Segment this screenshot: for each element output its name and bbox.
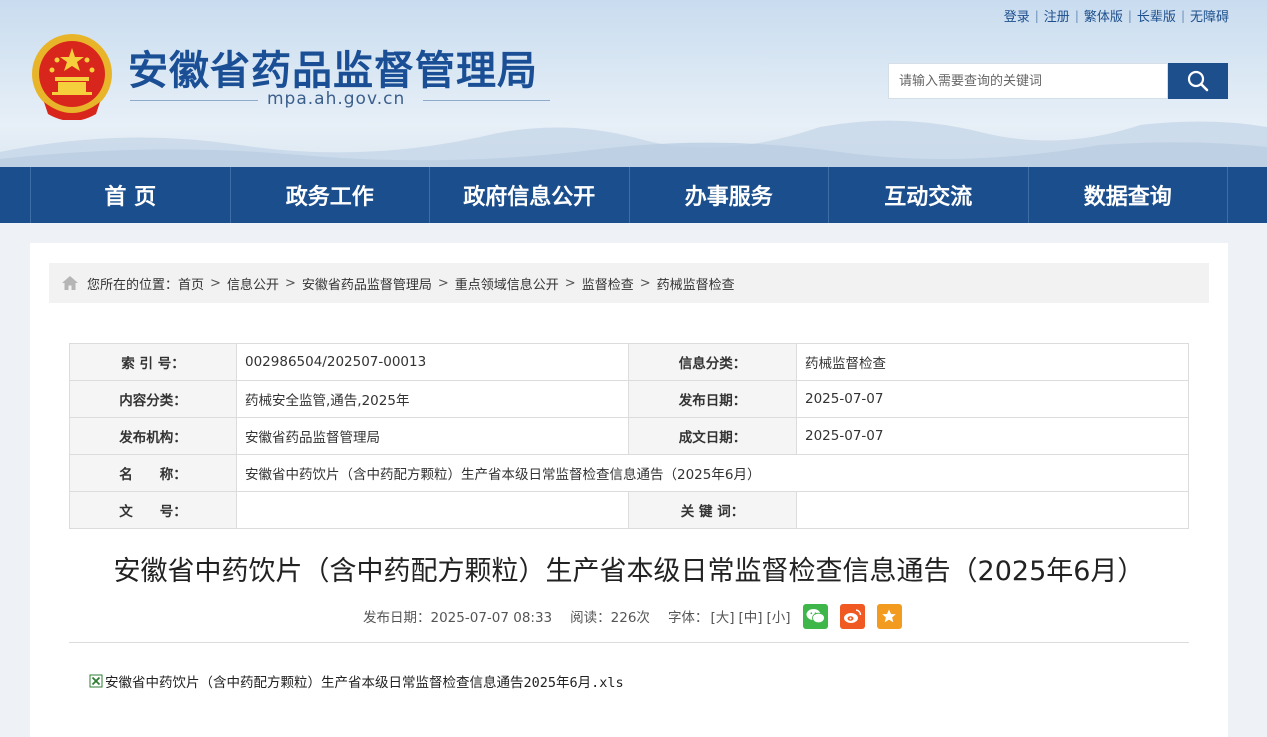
made-date-value: 2025-07-07 xyxy=(796,417,1189,455)
table-row: 名 称： 安徽省中药饮片（含中药配方颗粒）生产省本级日常监督检查信息通告（202… xyxy=(69,454,1189,492)
divider-line xyxy=(130,100,258,101)
accessibility-link[interactable]: 无障碍 xyxy=(1190,6,1229,25)
separator: | xyxy=(1074,8,1079,23)
font-small-button[interactable]: [小] xyxy=(767,606,791,626)
divider xyxy=(69,642,1189,643)
breadcrumb-separator: > xyxy=(639,275,651,291)
nav-info-disclosure[interactable]: 政府信息公开 xyxy=(429,167,629,223)
article-title: 安徽省中药饮片（含中药配方颗粒）生产省本级日常监督检查信息通告（2025年6月） xyxy=(113,556,1145,587)
nav-data-query[interactable]: 数据查询 xyxy=(1027,167,1228,223)
share-wechat-button[interactable] xyxy=(802,603,828,629)
site-title[interactable]: 安徽省药品监督管理局 xyxy=(128,38,538,96)
table-row: 索 引 号： 002986504/202507-00013 信息分类： 药械监督… xyxy=(69,343,1189,381)
separator: | xyxy=(1180,8,1185,23)
separator: | xyxy=(1034,8,1039,23)
content-value: 药械安全监管,通告,2025年 xyxy=(236,380,629,418)
category-value: 药械监督检查 xyxy=(796,343,1189,381)
top-links: 登录 | 注册 | 繁体版 | 长辈版 | 无障碍 xyxy=(1004,6,1229,26)
breadcrumb-separator: > xyxy=(284,275,296,291)
org-label: 发布机构： xyxy=(69,417,237,455)
keyword-value xyxy=(796,491,1189,529)
docno-label: 文 号： xyxy=(69,491,237,529)
font-size-label: 字体： xyxy=(667,610,709,626)
favorite-button[interactable] xyxy=(876,603,902,629)
breadcrumb-separator: > xyxy=(437,275,449,291)
search-box xyxy=(888,63,1228,99)
main-nav: 首 页 政务工作 政府信息公开 办事服务 互动交流 数据查询 xyxy=(0,167,1267,223)
font-large-button[interactable]: [大] xyxy=(710,606,734,626)
breadcrumb-home[interactable]: 首页 xyxy=(178,274,204,293)
keyword-label: 关 键 词： xyxy=(628,491,797,529)
nav-services[interactable]: 办事服务 xyxy=(628,167,829,223)
breadcrumb: 您所在的位置： 首页 > 信息公开 > 安徽省药品监督管理局 > 重点领域信息公… xyxy=(49,263,1209,303)
site-header: 登录 | 注册 | 繁体版 | 长辈版 | 无障碍 安徽省药品监督管理局 mpa… xyxy=(0,0,1267,167)
attachment-filename: 安徽省中药饮片（含中药配方颗粒）生产省本级日常监督检查信息通告2025年6月.x… xyxy=(105,675,624,691)
star-icon xyxy=(882,609,896,623)
breadcrumb-prefix: 您所在的位置： xyxy=(87,277,179,293)
breadcrumb-info[interactable]: 信息公开 xyxy=(227,274,279,293)
breadcrumb-drug-device[interactable]: 药械监督检查 xyxy=(657,274,735,293)
breadcrumb-separator: > xyxy=(564,275,576,291)
wechat-icon xyxy=(806,609,825,624)
pubdate-value: 2025-07-07 xyxy=(796,380,1189,418)
excel-file-icon xyxy=(89,674,103,688)
login-link[interactable]: 登录 xyxy=(1004,6,1030,25)
attachment-link[interactable]: 安徽省中药饮片（含中药配方颗粒）生产省本级日常监督检查信息通告2025年6月.x… xyxy=(89,671,624,691)
site-domain-row: mpa.ah.gov.cn xyxy=(130,89,550,110)
category-label: 信息分类： xyxy=(628,343,797,381)
nav-government-work[interactable]: 政务工作 xyxy=(229,167,430,223)
article-meta: 发布日期：2025-07-07 08:33 阅读：226次 字体： [大] [中… xyxy=(363,602,902,630)
elderly-link[interactable]: 长辈版 xyxy=(1137,6,1176,25)
content-label: 内容分类： xyxy=(69,380,237,418)
article-reads: 阅读：226次 xyxy=(570,610,650,626)
separator: | xyxy=(1127,8,1132,23)
divider-line xyxy=(423,100,550,101)
breadcrumb-key-areas[interactable]: 重点领域信息公开 xyxy=(455,274,559,293)
name-label: 名 称： xyxy=(69,454,237,492)
search-icon xyxy=(1187,70,1209,92)
index-value: 002986504/202507-00013 xyxy=(236,343,629,381)
nav-home[interactable]: 首 页 xyxy=(30,167,230,223)
table-row: 发布机构： 安徽省药品监督管理局 成文日期： 2025-07-07 xyxy=(69,417,1189,455)
document-meta-table: 索 引 号： 002986504/202507-00013 信息分类： 药械监督… xyxy=(69,343,1189,529)
table-row: 内容分类： 药械安全监管,通告,2025年 发布日期： 2025-07-07 xyxy=(69,380,1189,418)
share-weibo-button[interactable] xyxy=(839,603,865,629)
pubdate-label: 发布日期： xyxy=(628,380,797,418)
made-date-label: 成文日期： xyxy=(628,417,797,455)
article-date: 发布日期：2025-07-07 08:33 xyxy=(363,610,553,626)
home-icon xyxy=(62,276,78,290)
traditional-link[interactable]: 繁体版 xyxy=(1084,6,1123,25)
index-label: 索 引 号： xyxy=(69,343,237,381)
weibo-icon xyxy=(843,609,861,623)
docno-value xyxy=(236,491,629,529)
main-content: 您所在的位置： 首页 > 信息公开 > 安徽省药品监督管理局 > 重点领域信息公… xyxy=(30,243,1228,737)
org-value: 安徽省药品监督管理局 xyxy=(236,417,629,455)
breadcrumb-supervision[interactable]: 监督检查 xyxy=(582,274,634,293)
font-medium-button[interactable]: [中] xyxy=(738,606,762,626)
national-emblem-icon[interactable] xyxy=(30,32,114,120)
search-button[interactable] xyxy=(1168,63,1228,99)
register-link[interactable]: 注册 xyxy=(1044,6,1070,25)
nav-interaction[interactable]: 互动交流 xyxy=(828,167,1028,223)
search-input[interactable] xyxy=(888,63,1169,99)
name-value: 安徽省中药饮片（含中药配方颗粒）生产省本级日常监督检查信息通告（2025年6月） xyxy=(236,454,1189,492)
breadcrumb-bureau[interactable]: 安徽省药品监督管理局 xyxy=(302,274,432,293)
breadcrumb-separator: > xyxy=(210,275,221,291)
table-row: 文 号： 关 键 词： xyxy=(69,491,1189,529)
site-domain: mpa.ah.gov.cn xyxy=(267,89,406,109)
